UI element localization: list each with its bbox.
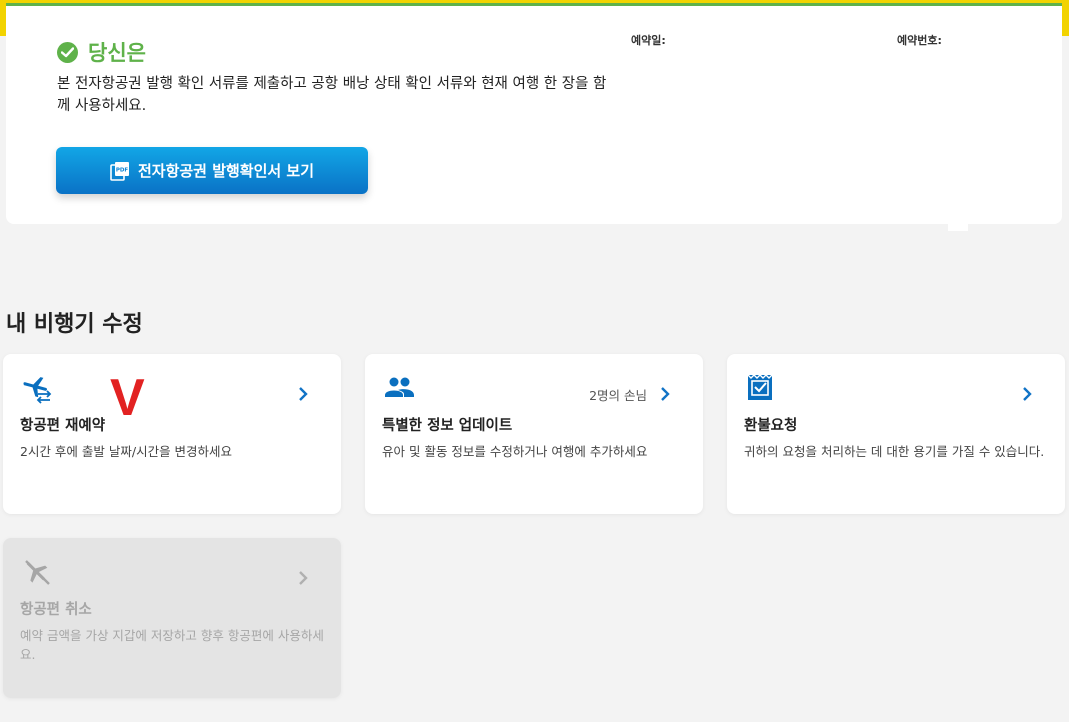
refund-receipt-icon [745,372,777,404]
card-title: 특별한 정보 업데이트 [382,418,513,434]
svg-text:PDF: PDF [116,167,129,173]
pdf-icon: PDF [110,161,130,181]
pdf-button-label: 전자항공권 발행확인서 보기 [137,162,315,180]
annotation-v-mark: V [110,369,145,427]
status-description: 본 전자항공권 발행 확인 서류를 제출하고 공항 배낭 상태 확인 서류와 현… [57,76,607,114]
rebook-flight-card[interactable]: V 항공편 재예약 2시간 후에 출발 날짜/시간을 변경하세요 [3,354,341,514]
status-row: 당신은 [57,37,146,67]
view-eticket-pdf-button[interactable]: PDF 전자항공권 발행확인서 보기 [56,147,368,194]
booking-number-label: 예약번호: [897,34,942,47]
card-title: 항공편 재예약 [20,418,106,434]
status-title: 당신은 [88,41,146,65]
guest-count: 2명의 손님 [589,388,647,403]
check-circle-icon [57,41,78,63]
chevron-right-icon[interactable] [297,386,309,402]
chevron-right-icon [297,570,309,586]
refund-request-card[interactable]: 환불요청 귀하의 요청을 처리하는 데 대한 용기를 가질 수 있습니다. [727,354,1065,514]
card-description: 2시간 후에 출발 날짜/시간을 변경하세요 [20,444,233,459]
booking-confirmation-card: 당신은 본 전자항공권 발행 확인 서류를 제출하고 공항 배낭 상태 확인 서… [6,3,1062,224]
chevron-right-icon[interactable] [659,386,671,402]
card-description: 예약 금액을 가상 지갑에 저장하고 향후 항공편에 사용하세요. [20,628,324,662]
special-info-update-card[interactable]: 2명의 손님 특별한 정보 업데이트 유아 및 활동 정보를 수정하거나 여행에… [365,354,703,514]
people-icon [383,372,415,404]
chevron-right-icon[interactable] [1021,386,1033,402]
card-description: 귀하의 요청을 처리하는 데 대한 용기를 가질 수 있습니다. [744,444,1045,459]
card-description: 유아 및 활동 정보를 수정하거나 여행에 추가하세요 [382,444,648,459]
flight-change-icon [21,372,53,404]
section-title: 내 비행기 수정 [6,312,143,337]
card-title: 항공편 취소 [20,602,92,618]
card-title: 환불요청 [744,418,798,434]
cancel-flight-card: 항공편 취소 예약 금액을 가상 지갑에 저장하고 향후 항공편에 사용하세요. [3,538,341,698]
booking-date-label: 예약일: [631,34,666,47]
flight-cancel-icon [21,556,53,588]
tab-stub [948,222,968,231]
